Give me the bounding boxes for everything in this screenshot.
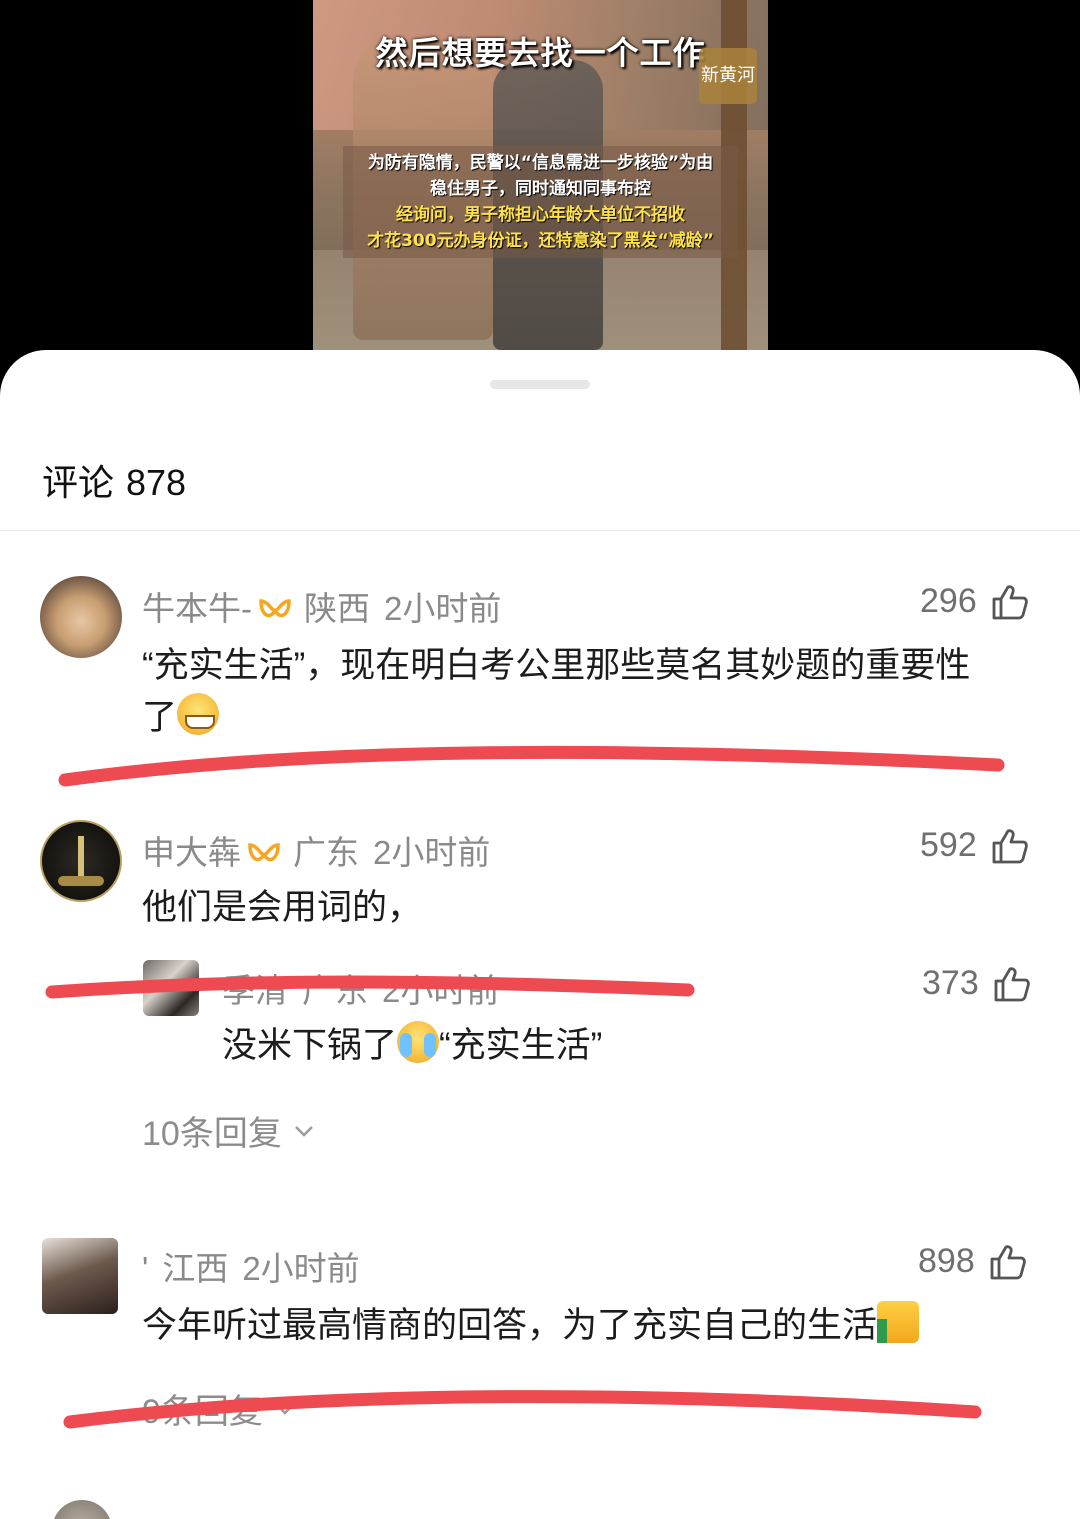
view-replies-button[interactable]: 10条回复 [142, 1106, 316, 1155]
comment-line: 了 [142, 692, 1052, 744]
username[interactable]: 牛本牛- [142, 590, 252, 627]
location: 广东 [302, 972, 368, 1009]
caption-line: 为防有隐情，民警以“信息需进一步核验”为由 [367, 153, 714, 173]
drag-handle[interactable] [490, 380, 590, 389]
video-player[interactable]: 然后想要去找一个工作 新黄河 为防有隐情，民警以“信息需进一步核验”为由 稳住男… [0, 0, 1080, 380]
location: 江西 [162, 1250, 229, 1287]
reply-text-fragment: “充实生活” [439, 1026, 603, 1065]
video-frame[interactable]: 然后想要去找一个工作 新黄河 为防有隐情，民警以“信息需进一步核验”为由 稳住男… [313, 0, 768, 350]
divider [0, 530, 1080, 531]
comment-text: 他们是会用词的， [142, 888, 423, 927]
caption-line: 经询问，男子称担心年龄大单位不招收 [396, 205, 685, 225]
like-button[interactable]: 592 [920, 826, 1029, 865]
comments-count: 878 [126, 462, 187, 503]
comments-title: 评论 878 [42, 454, 186, 506]
caption-line: 才花300元办身份证，还特意染了黑发“减龄” [367, 231, 714, 251]
like-icon [992, 584, 1028, 619]
replies-count: 9条回复 [142, 1393, 263, 1431]
timestamp: 2小时前 [382, 972, 500, 1009]
vip-badge-icon [248, 843, 280, 862]
like-count: 592 [920, 826, 977, 864]
like-button[interactable]: 898 [918, 1242, 1027, 1281]
like-count: 373 [922, 964, 979, 1002]
comments-sheet: 评论 878 牛本牛- 陕西 2小时前 296 “充实生活”，现在明白考公里那些莫名其… [0, 350, 1080, 1519]
comment-text: “充实生活”，现在明白考公里那些莫名其妙题的重要性 了 [142, 640, 1052, 744]
username[interactable]: 申大犇 [142, 834, 241, 871]
like-button[interactable]: 296 [920, 582, 1029, 621]
replies-count: 10条回复 [142, 1115, 282, 1153]
like-count: 898 [918, 1242, 975, 1280]
like-icon [990, 1244, 1026, 1279]
comment-line: “充实生活”，现在明白考公里那些莫名其妙题的重要性 [142, 646, 971, 685]
comment-text-fragment: 了 [142, 698, 178, 737]
location: 陕西 [304, 590, 370, 627]
location: 广东 [293, 834, 359, 871]
comment-meta: 申大犇 广东 2小时前 [142, 826, 490, 874]
view-replies-button[interactable]: 9条回复 [142, 1384, 297, 1433]
like-icon [992, 828, 1028, 863]
comment-meta: ' 江西 2小时前 [142, 1242, 360, 1290]
reply-avatar[interactable] [143, 960, 199, 1016]
like-button[interactable]: 373 [922, 964, 1031, 1003]
username[interactable]: 季清 [222, 972, 288, 1009]
red-underline [58, 745, 1005, 787]
avatar[interactable] [40, 576, 122, 658]
video-caption: 为防有隐情，民警以“信息需进一步核验”为由 稳住男子，同时通知同事布控 经询问，… [343, 146, 738, 258]
timestamp: 2小时前 [242, 1250, 360, 1287]
comment-meta: 牛本牛- 陕西 2小时前 [142, 582, 501, 630]
reply-text-fragment: 没米下锅了 [222, 1026, 398, 1065]
grinning-face-icon [177, 693, 220, 735]
like-count: 296 [920, 582, 977, 620]
comments-label: 评论 [42, 462, 115, 503]
username[interactable]: ' [142, 1250, 148, 1287]
chevron-down-icon [276, 1403, 294, 1415]
avatar[interactable] [42, 1238, 118, 1314]
avatar[interactable] [40, 820, 122, 902]
like-icon [994, 966, 1030, 1001]
crying-face-icon [397, 1021, 440, 1063]
comment-text-fragment: 今年听过最高情商的回答，为了充实自己的生活 [142, 1306, 878, 1345]
chevron-down-icon [294, 1125, 313, 1137]
thumbs-up-icon [877, 1301, 920, 1343]
avatar[interactable] [52, 1500, 112, 1519]
timestamp: 2小时前 [373, 834, 491, 871]
reply-meta: 季清 广东 2小时前 [222, 964, 499, 1012]
vip-badge-icon [259, 599, 291, 618]
timestamp: 2小时前 [384, 590, 502, 627]
channel-logo: 新黄河 [699, 48, 757, 104]
comment-text: 今年听过最高情商的回答，为了充实自己的生活 [142, 1300, 920, 1352]
reply-text: 没米下锅了 “充实生活” [222, 1020, 602, 1072]
caption-line: 稳住男子，同时通知同事布控 [430, 179, 651, 199]
